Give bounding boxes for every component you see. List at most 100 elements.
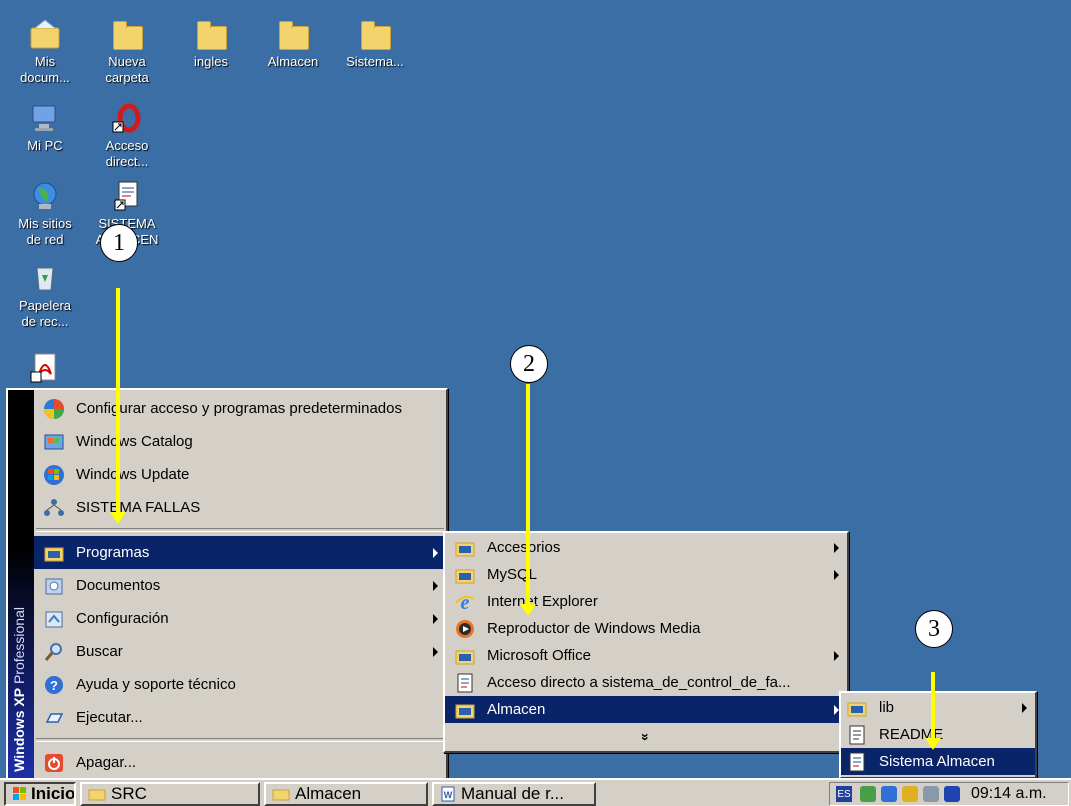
menu-item-label: SISTEMA FALLAS (76, 499, 201, 516)
menu-item-label: Windows Catalog (76, 433, 193, 450)
program-group-icon (453, 644, 477, 668)
menu-item-acceso-directo-sistema[interactable]: Acceso directo a sistema_de_control_de_f… (445, 669, 847, 696)
annotation-step-2: 2 (510, 345, 548, 383)
svg-text:e: e (461, 592, 470, 613)
desktop-icon-label: Almacen (267, 54, 319, 69)
taskbar-button-manual[interactable]: W Manual de r... (432, 782, 596, 806)
taskbar-button-almacen[interactable]: Almacen (264, 782, 428, 806)
menu-item-windows-catalog[interactable]: Windows Catalog (34, 425, 446, 458)
taskbar: Inicio SRC Almacen W Manual de r... ES 0… (0, 778, 1071, 806)
desktop-icon-label: Sistema... (346, 54, 404, 69)
menu-item-windows-update[interactable]: Windows Update (34, 458, 446, 491)
desktop-icon-mis-sitios-de-red[interactable]: Mis sitios de red (10, 180, 80, 248)
desktop-icon-mis-documentos[interactable]: Mis docum... (10, 18, 80, 86)
start-button[interactable]: Inicio (4, 782, 76, 806)
menu-item-configuracion[interactable]: Configuración (34, 602, 446, 635)
menu-item-sistema-almacen[interactable]: Sistema Almacen (841, 748, 1035, 775)
desktop-icon-label: Acceso direct... (105, 138, 149, 169)
menu-item-internet-explorer[interactable]: e Internet Explorer (445, 588, 847, 615)
menu-item-documentos[interactable]: Documentos (34, 569, 446, 602)
menu-item-accesorios[interactable]: Accesorios (445, 534, 847, 561)
start-button-label: Inicio (31, 784, 76, 803)
folder-icon (111, 18, 143, 50)
submenu-arrow-icon (834, 542, 839, 553)
annotation-step-3: 3 (915, 610, 953, 648)
desktop-icon-nueva-carpeta[interactable]: Nueva carpeta (92, 18, 162, 86)
menu-item-label: Ayuda y soporte técnico (76, 676, 236, 693)
documents-icon (42, 574, 66, 598)
submenu-arrow-icon (433, 646, 438, 657)
menu-item-label: Configurar acceso y programas predetermi… (76, 400, 402, 417)
windows-flag-icon (12, 786, 28, 802)
submenu-arrow-icon (834, 650, 839, 661)
menu-item-ejecutar[interactable]: Ejecutar... (34, 701, 446, 734)
language-indicator[interactable]: ES (836, 786, 852, 802)
menu-separator (36, 528, 444, 532)
annotation-step-1: 1 (100, 224, 138, 262)
banner-professional: Professional (11, 607, 27, 685)
document-shortcut-icon (845, 750, 869, 774)
folder-icon (277, 18, 309, 50)
folder-icon (359, 18, 391, 50)
desktop-icon-ingles[interactable]: ingles (176, 18, 246, 70)
antivirus-icon[interactable] (944, 786, 960, 802)
menu-item-mysql[interactable]: MySQL (445, 561, 847, 588)
submenu-arrow-icon (433, 580, 438, 591)
menu-item-label: Buscar (76, 643, 123, 660)
desktop-icon-mi-pc[interactable]: Mi PC (10, 102, 80, 154)
desktop-icon-sistema[interactable]: Sistema... (340, 18, 410, 70)
menu-item-windows-media[interactable]: Reproductor de Windows Media (445, 615, 847, 642)
menu-item-label: Reproductor de Windows Media (487, 620, 701, 637)
banner-windows-xp: Windows XP (11, 688, 27, 772)
desktop-icon-papelera[interactable]: Papelera de rec... (10, 262, 80, 330)
folder-icon (195, 18, 227, 50)
menu-separator (36, 738, 444, 742)
menu-item-label: Programas (76, 544, 150, 561)
program-group-icon (453, 698, 477, 722)
menu-item-programas[interactable]: Programas (34, 536, 446, 569)
menu-item-configurar-acceso[interactable]: Configurar acceso y programas predetermi… (34, 392, 446, 425)
document-shortcut-icon (453, 671, 477, 695)
menu-item-microsoft-office[interactable]: Microsoft Office (445, 642, 847, 669)
menu-item-sistema-fallas[interactable]: SISTEMA FALLAS (34, 491, 446, 524)
taskbar-button-src[interactable]: SRC (80, 782, 260, 806)
system-tray: ES 09:14 a.m. (829, 782, 1069, 806)
search-icon (42, 640, 66, 664)
menu-item-label: Almacen (487, 701, 546, 718)
security-shield-icon[interactable] (902, 786, 918, 802)
desktop-icon-acceso-directo[interactable]: Acceso direct... (92, 102, 162, 170)
svg-text:W: W (444, 790, 453, 800)
expand-chevron-icon: » (637, 732, 654, 741)
word-document-icon: W (440, 786, 456, 802)
submenu-arrow-icon (834, 569, 839, 580)
menu-item-buscar[interactable]: Buscar (34, 635, 446, 668)
svg-text:?: ? (50, 678, 58, 693)
media-player-icon (453, 617, 477, 641)
network-icon[interactable] (860, 786, 876, 802)
menu-item-label: Sistema Almacen (879, 753, 995, 770)
program-defaults-icon (42, 397, 66, 421)
menu-item-label: lib (879, 699, 895, 716)
recycle-bin-icon (29, 262, 61, 294)
desktop-icon-label: Mi PC (27, 138, 63, 153)
menu-item-almacen[interactable]: Almacen (445, 696, 847, 723)
taskbar-button-label: Almacen (295, 784, 362, 803)
desktop-icon-label: Papelera de rec... (18, 298, 72, 329)
opera-icon (111, 102, 143, 134)
desktop-icon-acrobat[interactable] (10, 352, 80, 388)
volume-icon[interactable] (923, 786, 939, 802)
menu-item-label: Acceso directo a sistema_de_control_de_f… (487, 674, 791, 691)
menu-item-label: Configuración (76, 610, 169, 627)
desktop-icon-almacen[interactable]: Almacen (258, 18, 328, 70)
submenu-arrow-icon (433, 547, 438, 558)
folder-icon (272, 787, 290, 801)
menu-item-label: Windows Update (76, 466, 190, 483)
connection-icon[interactable] (881, 786, 897, 802)
shutdown-icon (42, 751, 66, 775)
menu-item-lib[interactable]: lib (841, 694, 1035, 721)
documents-folder-icon (29, 18, 61, 50)
menu-item-ayuda[interactable]: ? Ayuda y soporte técnico (34, 668, 446, 701)
menu-item-apagar[interactable]: Apagar... (34, 746, 446, 779)
desktop-icon-label: ingles (194, 54, 228, 69)
menu-expand-button[interactable]: » (445, 723, 847, 750)
